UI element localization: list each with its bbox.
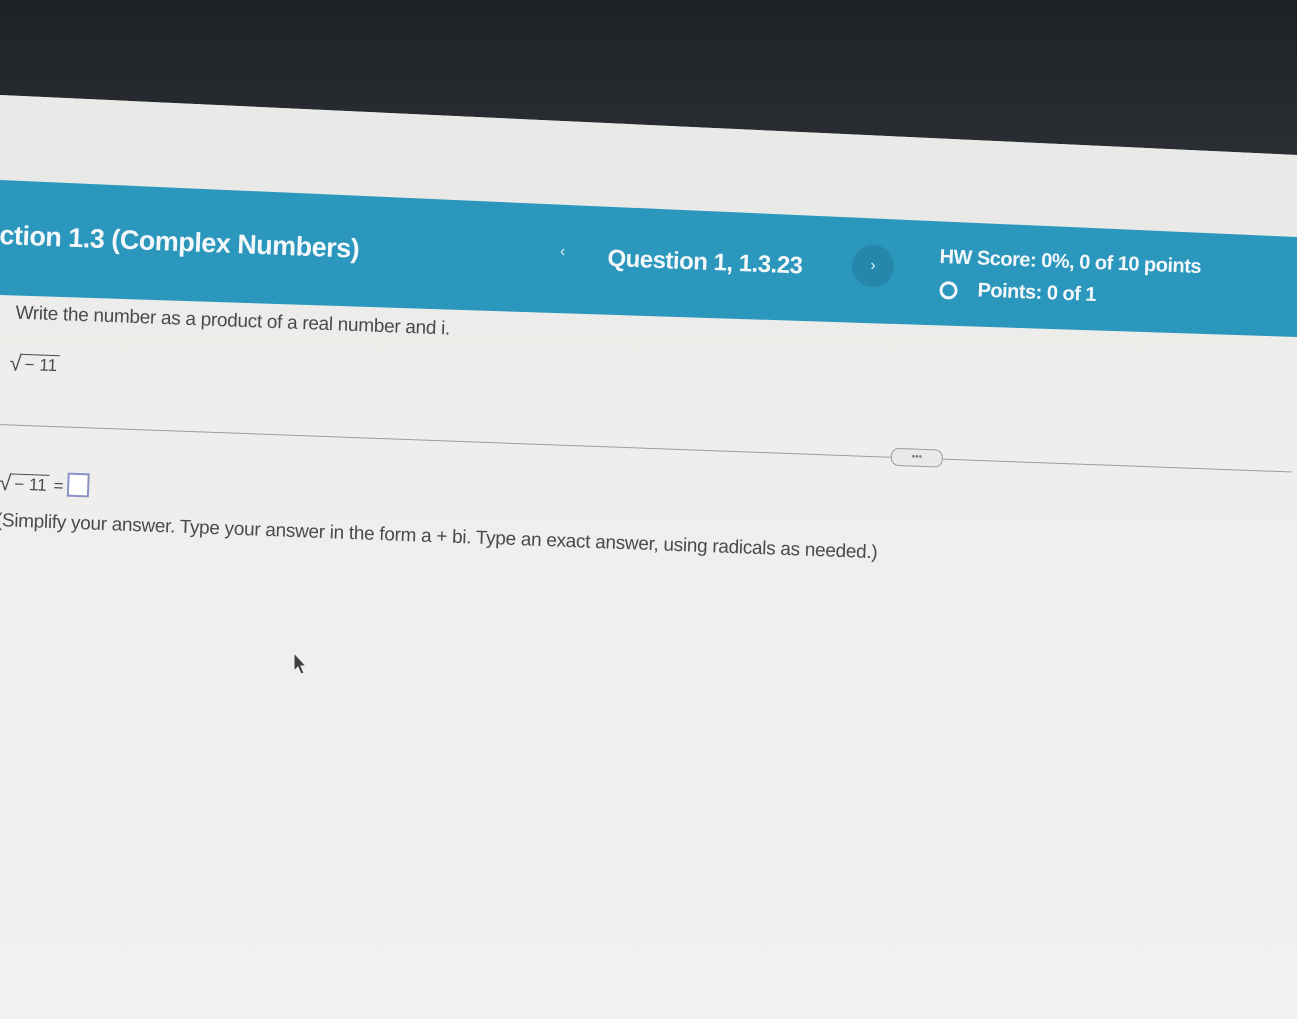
circle-icon: [939, 280, 958, 300]
radicand: − 11: [10, 473, 51, 496]
answer-row: √ − 11 =: [0, 470, 91, 498]
equals-sign: =: [53, 476, 64, 496]
next-question-button[interactable]: ›: [852, 245, 894, 287]
radicand: − 11: [21, 354, 61, 377]
chevron-left-icon[interactable]: ‹: [560, 243, 565, 261]
answer-input[interactable]: [67, 472, 91, 498]
more-options-button[interactable]: •••: [890, 447, 944, 468]
mouse-cursor-icon: [293, 652, 308, 675]
question-expression: √ − 11: [9, 350, 61, 377]
radical-sign: √: [0, 470, 12, 496]
chevron-right-icon: ›: [870, 257, 876, 274]
answer-hint: (Simplify your answer. Type your answer …: [0, 510, 878, 564]
points-text: Points: 0 of 1: [977, 279, 1097, 306]
radical-sign: √: [9, 350, 23, 376]
divider: [0, 423, 1292, 473]
ellipsis-icon: •••: [911, 451, 923, 463]
question-instruction: Write the number as a product of a real …: [15, 302, 451, 340]
answer-expression: √ − 11: [0, 470, 51, 496]
